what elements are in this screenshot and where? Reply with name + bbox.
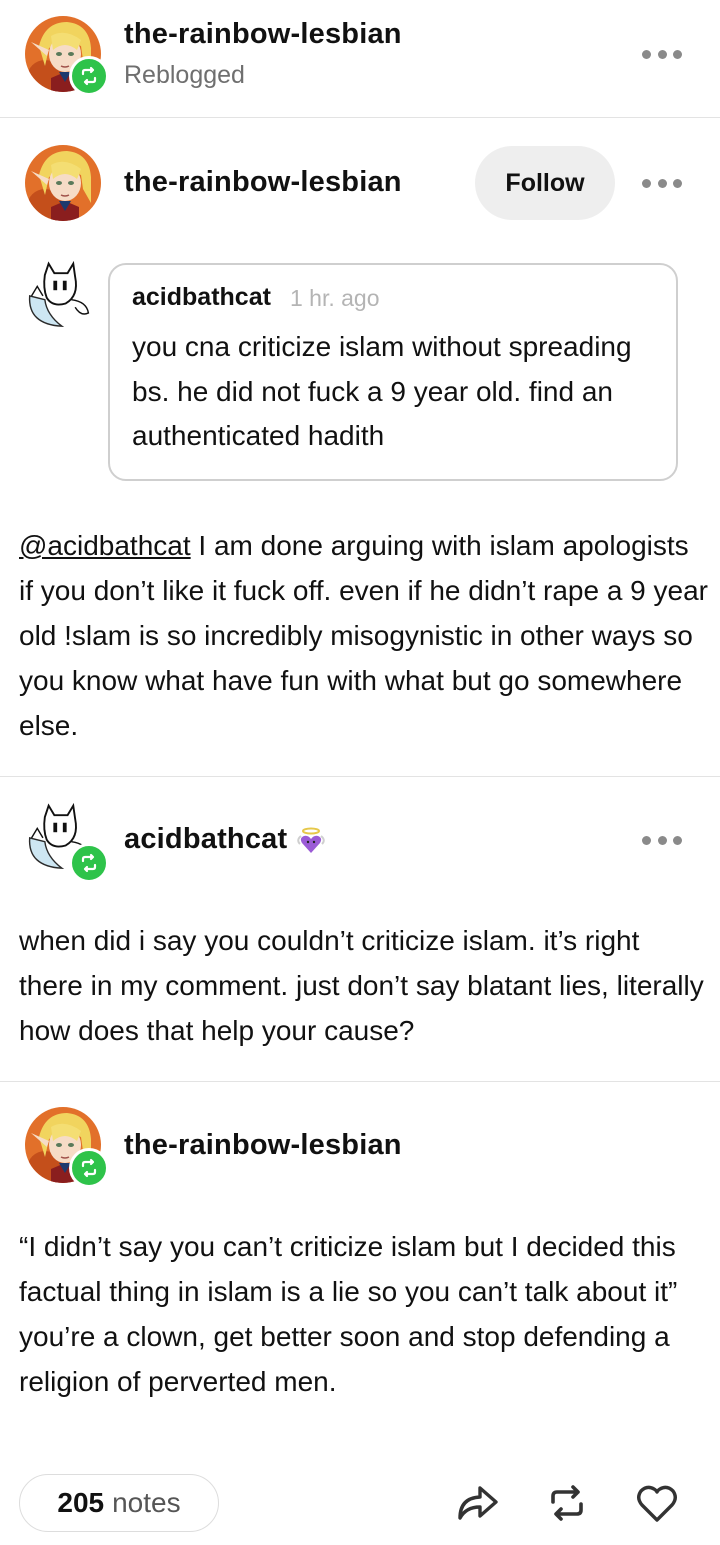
more-options-icon[interactable] [642, 44, 682, 64]
more-options-icon[interactable] [642, 173, 682, 193]
notes-count: 205 [57, 1487, 105, 1518]
reply-username[interactable]: the-rainbow-lesbian [124, 1129, 402, 1162]
avatar[interactable] [25, 145, 101, 221]
notes-button[interactable]: 205 notes [19, 1474, 219, 1532]
elf-avatar-icon [25, 145, 101, 221]
mention-link[interactable]: @acidbathcat [19, 530, 191, 561]
angel-purple-heart-icon [296, 826, 326, 856]
ask-timestamp: 1 hr. ago [290, 285, 380, 311]
heart-icon[interactable] [634, 1480, 680, 1526]
more-options-icon[interactable] [642, 830, 682, 850]
cat-avatar-icon [24, 258, 96, 330]
notes-label: notes [112, 1487, 181, 1518]
reply-username[interactable]: acidbathcat [124, 823, 287, 856]
follow-button[interactable]: Follow [475, 146, 615, 220]
reblogged-label: Reblogged [124, 61, 245, 89]
asker-avatar[interactable] [24, 258, 96, 330]
post-username[interactable]: the-rainbow-lesbian [124, 166, 402, 199]
divider [0, 776, 720, 777]
answer-body: I am done arguing with islam apologists … [19, 530, 708, 741]
reply-text: when did i say you couldn’t criticize is… [19, 925, 704, 1046]
share-icon[interactable] [454, 1480, 500, 1526]
reblog-badge-icon [69, 1148, 109, 1188]
divider [0, 1081, 720, 1082]
reblog-icon[interactable] [544, 1480, 590, 1526]
answer-text: @acidbathcat I am done arguing with isla… [19, 523, 709, 748]
reply-text: “I didn’t say you can’t criticize islam … [19, 1231, 678, 1397]
ask-text: you cna criticize islam without spreadin… [132, 331, 632, 451]
reblog-badge-icon [69, 843, 109, 883]
reblog-badge-icon [69, 56, 109, 96]
header-username[interactable]: the-rainbow-lesbian [124, 18, 402, 51]
asker-name[interactable]: acidbathcat [132, 283, 271, 312]
ask-bubble: acidbathcat 1 hr. ago you cna criticize … [108, 263, 678, 481]
reblog-header: the-rainbow-lesbian Reblogged [0, 0, 720, 118]
